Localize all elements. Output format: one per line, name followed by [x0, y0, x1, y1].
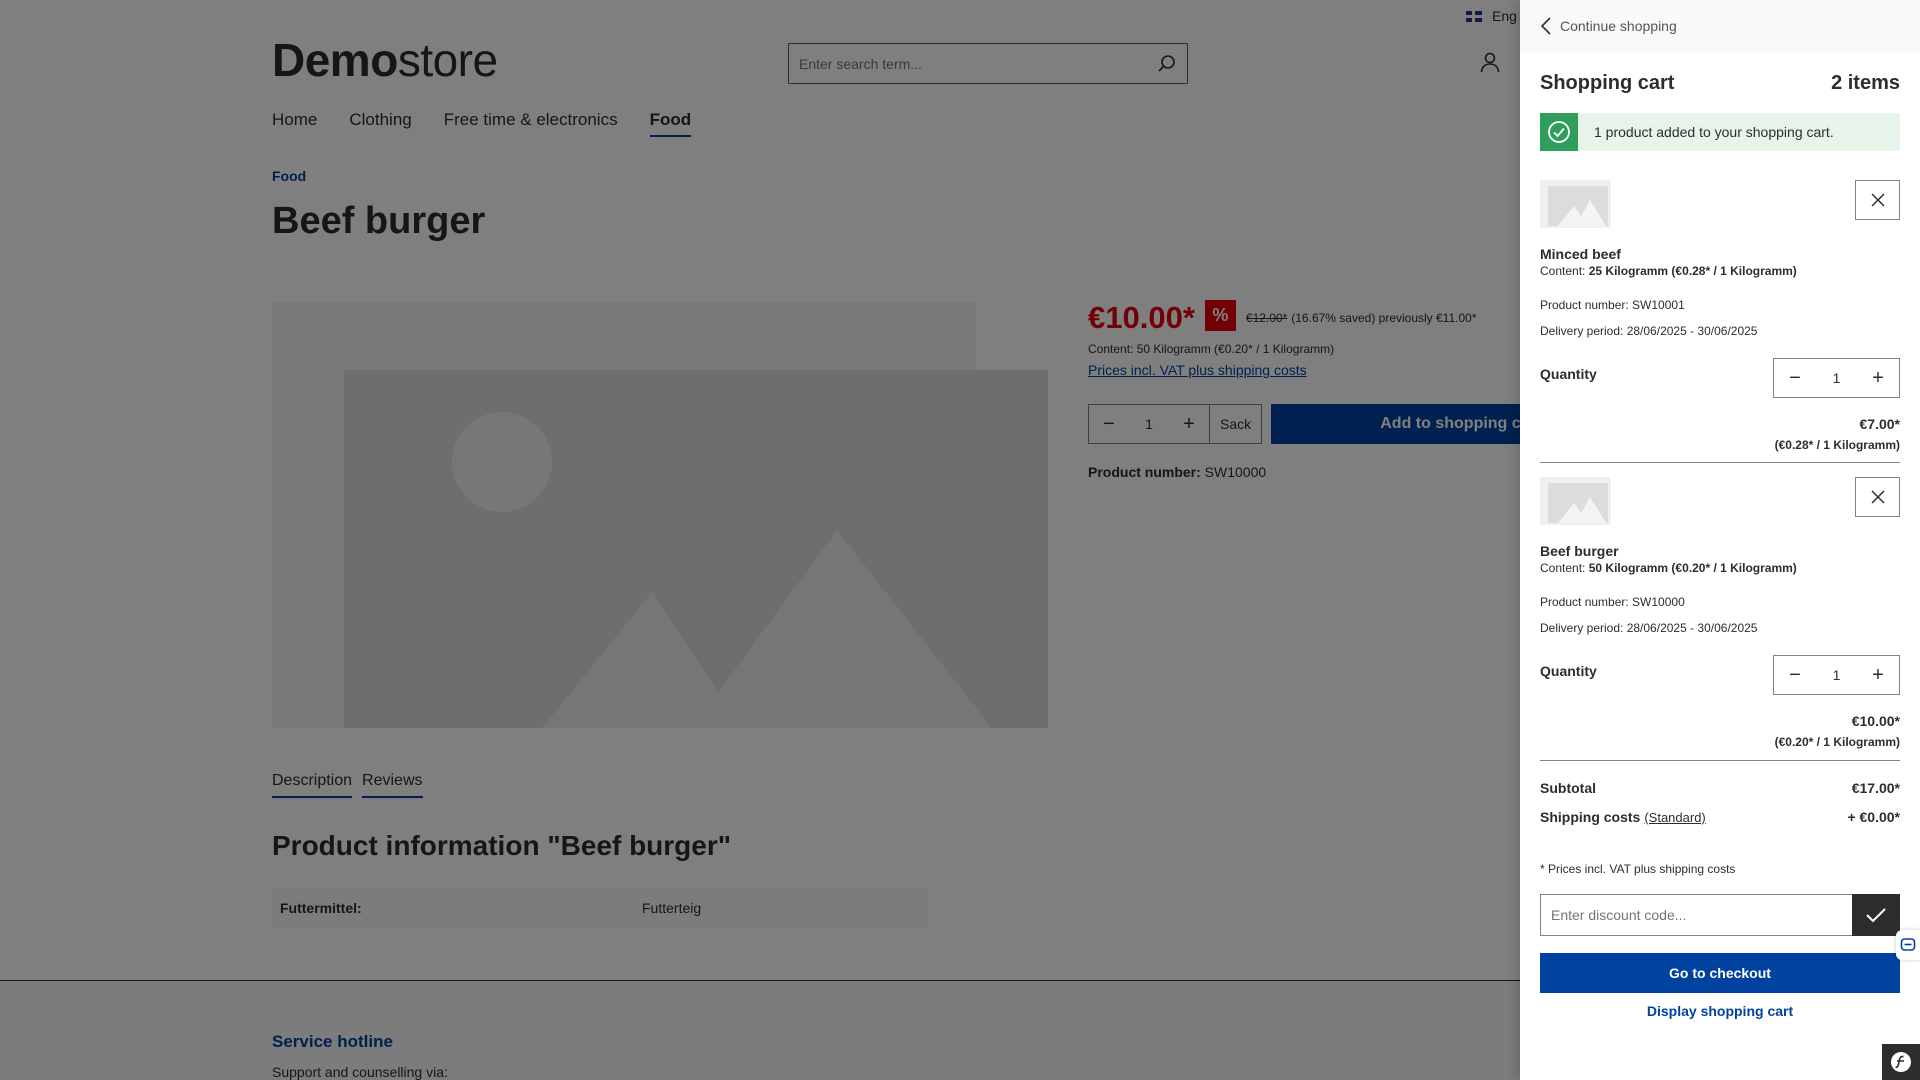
item-product-number: Product number: SW10001	[1540, 298, 1685, 312]
continue-shopping-link[interactable]: Continue shopping	[1520, 0, 1920, 52]
subtotal-label: Subtotal	[1540, 780, 1596, 796]
quantity-label: Quantity	[1540, 663, 1597, 679]
offcanvas-cart: Continue shopping Shopping cart 2 items …	[1520, 0, 1920, 1080]
item-product-number: Product number: SW10000	[1540, 595, 1685, 609]
discount-code-input[interactable]	[1540, 894, 1852, 936]
item-content-label: Content:	[1540, 264, 1586, 278]
subtotal-value: €17.00*	[1851, 780, 1900, 796]
cart-line-item: Beef burger Content: 50 Kilogramm (€0.20…	[1540, 477, 1900, 749]
close-icon	[1870, 193, 1885, 207]
shipping-value: + €0.00*	[1847, 809, 1900, 825]
subtotal-row: Subtotal €17.00*	[1540, 780, 1900, 796]
quantity-stepper: − 1 +	[1773, 358, 1900, 398]
item-unit-price: (€0.20* / 1 Kilogramm)	[1774, 735, 1900, 749]
checkout-button[interactable]: Go to checkout	[1540, 953, 1900, 993]
chat-widget-icon[interactable]	[1896, 930, 1920, 960]
apply-discount-button[interactable]	[1852, 894, 1900, 936]
item-unit-price: (€0.28* / 1 Kilogramm)	[1774, 438, 1900, 452]
remove-item-button[interactable]	[1855, 180, 1900, 220]
item-content-value: 50 Kilogramm (€0.20* / 1 Kilogramm)	[1588, 561, 1797, 575]
minus-icon[interactable]: −	[1774, 367, 1816, 390]
remove-item-button[interactable]	[1855, 477, 1900, 517]
shipping-label: Shipping costs	[1540, 809, 1641, 825]
success-message: 1 product added to your shopping cart.	[1594, 124, 1834, 140]
minus-icon[interactable]: −	[1774, 664, 1816, 687]
item-content-value: 25 Kilogramm (€0.28* / 1 Kilogramm)	[1588, 264, 1797, 278]
item-content: Content: 50 Kilogramm (€0.20* / 1 Kilogr…	[1540, 561, 1797, 575]
plus-icon[interactable]: +	[1857, 367, 1899, 390]
success-alert: 1 product added to your shopping cart.	[1540, 113, 1900, 151]
item-name[interactable]: Minced beef	[1540, 246, 1621, 262]
item-content: Content: 25 Kilogramm (€0.28* / 1 Kilogr…	[1540, 264, 1797, 278]
summary-divider	[1540, 760, 1900, 761]
close-icon	[1870, 490, 1885, 504]
continue-shopping-label: Continue shopping	[1560, 18, 1677, 34]
item-divider	[1540, 462, 1900, 463]
display-cart-link[interactable]: Display shopping cart	[1540, 1003, 1900, 1019]
item-content-label: Content:	[1540, 561, 1586, 575]
product-thumbnail[interactable]	[1540, 180, 1611, 228]
quantity-stepper: − 1 +	[1773, 655, 1900, 695]
cart-title: Shopping cart	[1540, 72, 1675, 94]
plus-icon[interactable]: +	[1857, 664, 1899, 687]
item-price: €10.00*	[1851, 713, 1900, 729]
quantity-value[interactable]: 1	[1816, 370, 1857, 386]
item-name[interactable]: Beef burger	[1540, 543, 1619, 559]
item-price: €7.00*	[1859, 416, 1900, 432]
debug-toolbar-icon[interactable]	[1882, 1044, 1920, 1080]
shipping-method-link[interactable]: (Standard)	[1644, 810, 1705, 825]
discount-form	[1540, 894, 1900, 936]
check-circle-icon	[1540, 113, 1578, 151]
item-delivery-period: Delivery period: 28/06/2025 - 30/06/2025	[1540, 621, 1758, 635]
quantity-label: Quantity	[1540, 366, 1597, 382]
item-delivery-period: Delivery period: 28/06/2025 - 30/06/2025	[1540, 324, 1758, 338]
quantity-value[interactable]: 1	[1816, 667, 1857, 683]
checkmark-icon	[1866, 908, 1886, 923]
cart-item-count: 2 items	[1831, 72, 1900, 94]
shipping-row: Shipping costs (Standard) + €0.00*	[1540, 809, 1900, 825]
chevron-left-icon	[1540, 17, 1551, 35]
cart-line-item: Minced beef Content: 25 Kilogramm (€0.28…	[1540, 180, 1900, 452]
cart-header: Shopping cart 2 items	[1540, 72, 1900, 95]
vat-note: * Prices incl. VAT plus shipping costs	[1540, 862, 1736, 876]
product-thumbnail[interactable]	[1540, 477, 1611, 525]
